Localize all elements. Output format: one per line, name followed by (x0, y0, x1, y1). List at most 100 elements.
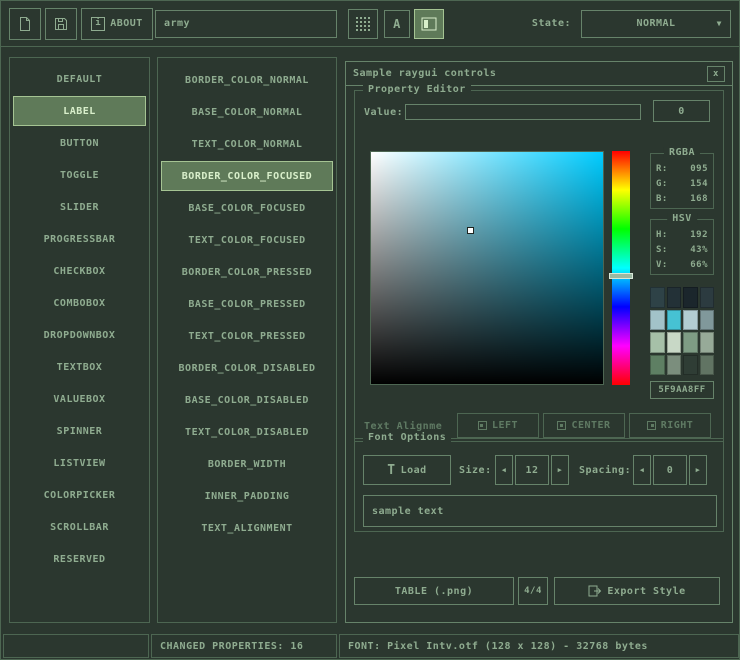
property-item-base-color-pressed[interactable]: BASE_COLOR_PRESSED (161, 289, 333, 319)
palette-color-11[interactable] (700, 332, 715, 353)
align-right-button[interactable]: RIGHT (629, 413, 711, 438)
spacing-increment-button[interactable]: ▶ (689, 455, 707, 485)
palette-color-10[interactable] (683, 332, 698, 353)
spacing-value-box[interactable]: 0 (653, 455, 687, 485)
rgba-r-label: R: (656, 162, 668, 177)
sidebar-item-label[interactable]: LABEL (13, 96, 146, 126)
load-font-button[interactable]: T Load (363, 455, 451, 485)
sv-cursor[interactable] (467, 227, 474, 234)
property-value-box[interactable]: 0 (653, 100, 710, 122)
property-item-border-color-disabled[interactable]: BORDER_COLOR_DISABLED (161, 353, 333, 383)
align-left-button[interactable]: LEFT (457, 413, 539, 438)
font-view-button[interactable]: A (384, 10, 410, 38)
hex-value-text: 5F9AA8FF (658, 385, 705, 395)
palette-color-1[interactable] (667, 287, 682, 308)
sv-gradient[interactable] (370, 151, 604, 385)
property-item-text-color-pressed[interactable]: TEXT_COLOR_PRESSED (161, 321, 333, 351)
style-table-button[interactable] (348, 9, 378, 39)
rguistyler-app: i ABOUT A State: NORMAL ▼ (0, 0, 740, 660)
palette-color-8[interactable] (650, 332, 665, 353)
hsv-h-label: H: (656, 228, 668, 243)
hsv-title: HSV (667, 213, 697, 224)
property-item-border-color-normal[interactable]: BORDER_COLOR_NORMAL (161, 65, 333, 95)
rgba-g-row: G: 154 (651, 177, 713, 192)
palette-color-9[interactable] (667, 332, 682, 353)
sidebar-item-slider[interactable]: SLIDER (13, 192, 146, 222)
sidebar-item-listview[interactable]: LISTVIEW (13, 448, 146, 478)
property-item-border-width[interactable]: BORDER_WIDTH (161, 449, 333, 479)
sidebar-item-dropdownbox[interactable]: DROPDOWNBOX (13, 320, 146, 350)
palette-color-0[interactable] (650, 287, 665, 308)
hsv-group: HSV H: 192 S: 43% V: 66% (650, 219, 714, 275)
sidebar-item-combobox[interactable]: COMBOBOX (13, 288, 146, 318)
property-item-inner-padding[interactable]: INNER_PADDING (161, 481, 333, 511)
hex-value-box[interactable]: 5F9AA8FF (650, 381, 714, 399)
property-item-base-color-disabled[interactable]: BASE_COLOR_DISABLED (161, 385, 333, 415)
rgba-b-row: B: 168 (651, 192, 713, 207)
property-item-text-color-disabled[interactable]: TEXT_COLOR_DISABLED (161, 417, 333, 447)
size-label: Size: (459, 465, 492, 476)
palette-color-15[interactable] (700, 355, 715, 376)
size-decrement-button[interactable]: ◀ (495, 455, 513, 485)
property-item-border-color-pressed[interactable]: BORDER_COLOR_PRESSED (161, 257, 333, 287)
palette-color-6[interactable] (683, 310, 698, 331)
pages-value-box[interactable]: 4/4 (518, 577, 548, 605)
about-label: ABOUT (110, 18, 143, 29)
property-item-text-alignment[interactable]: TEXT_ALIGNMENT (161, 513, 333, 543)
palette-color-12[interactable] (650, 355, 665, 376)
sidebar-item-colorpicker[interactable]: COLORPICKER (13, 480, 146, 510)
property-item-base-color-normal[interactable]: BASE_COLOR_NORMAL (161, 97, 333, 127)
sidebar-item-valuebox[interactable]: VALUEBOX (13, 384, 146, 414)
state-dropdown[interactable]: NORMAL ▼ (581, 10, 731, 38)
align-right-text: RIGHT (661, 420, 694, 431)
save-style-button[interactable] (45, 8, 77, 40)
sidebar-item-default[interactable]: DEFAULT (13, 64, 146, 94)
load-font-label: Load (401, 465, 427, 476)
about-button[interactable]: i ABOUT (81, 8, 153, 40)
spacing-decrement-button[interactable]: ◀ (633, 455, 651, 485)
sidebar-item-toggle[interactable]: TOGGLE (13, 160, 146, 190)
controls-listview: DEFAULT LABEL BUTTON TOGGLE SLIDER PROGR… (9, 57, 150, 623)
palette-color-13[interactable] (667, 355, 682, 376)
info-icon: i (91, 17, 105, 31)
export-table-button[interactable]: TABLE (.png) (354, 577, 514, 605)
property-item-text-color-normal[interactable]: TEXT_COLOR_NORMAL (161, 129, 333, 159)
sidebar-item-scrollbar[interactable]: SCROLLBAR (13, 512, 146, 542)
sidebar-item-reserved[interactable]: RESERVED (13, 544, 146, 574)
close-button[interactable]: x (707, 66, 725, 82)
new-style-button[interactable] (9, 8, 41, 40)
sample-controls-window: Sample raygui controls x Property Editor… (345, 61, 733, 623)
palette-color-2[interactable] (683, 287, 698, 308)
sidebar-item-spinner[interactable]: SPINNER (13, 416, 146, 446)
property-item-text-color-focused[interactable]: TEXT_COLOR_FOCUSED (161, 225, 333, 255)
align-center-button[interactable]: CENTER (543, 413, 625, 438)
property-item-border-color-focused[interactable]: BORDER_COLOR_FOCUSED (161, 161, 333, 191)
sidebar-item-progressbar[interactable]: PROGRESSBAR (13, 224, 146, 254)
style-panel-icon (421, 17, 437, 31)
size-value-box[interactable]: 12 (515, 455, 549, 485)
property-item-base-color-focused[interactable]: BASE_COLOR_FOCUSED (161, 193, 333, 223)
palette-color-5[interactable] (667, 310, 682, 331)
hsv-s-row: S: 43% (651, 243, 713, 258)
hue-slider-handle[interactable] (609, 273, 633, 279)
left-arrow-icon: ◀ (502, 466, 507, 474)
sidebar-item-textbox[interactable]: TEXTBOX (13, 352, 146, 382)
pages-value: 4/4 (524, 586, 542, 596)
status-font-info: FONT: Pixel Intv.otf (128 x 128) - 32768… (339, 634, 739, 658)
property-value-input[interactable] (405, 104, 641, 120)
palette-color-3[interactable] (700, 287, 715, 308)
sample-text-input[interactable] (363, 495, 717, 527)
property-editor-group: Property Editor Value: 0 RGBA R: 095 G: (354, 90, 724, 442)
hue-bar[interactable] (612, 151, 630, 385)
size-increment-button[interactable]: ▶ (551, 455, 569, 485)
sidebar-item-checkbox[interactable]: CHECKBOX (13, 256, 146, 286)
palette-color-4[interactable] (650, 310, 665, 331)
style-edit-button[interactable] (414, 9, 444, 39)
export-style-button[interactable]: Export Style (554, 577, 720, 605)
palette-color-7[interactable] (700, 310, 715, 331)
hsv-v-label: V: (656, 258, 668, 273)
style-name-input[interactable] (155, 10, 337, 38)
sidebar-item-button[interactable]: BUTTON (13, 128, 146, 158)
properties-listview: BORDER_COLOR_NORMAL BASE_COLOR_NORMAL TE… (157, 57, 337, 623)
palette-color-14[interactable] (683, 355, 698, 376)
